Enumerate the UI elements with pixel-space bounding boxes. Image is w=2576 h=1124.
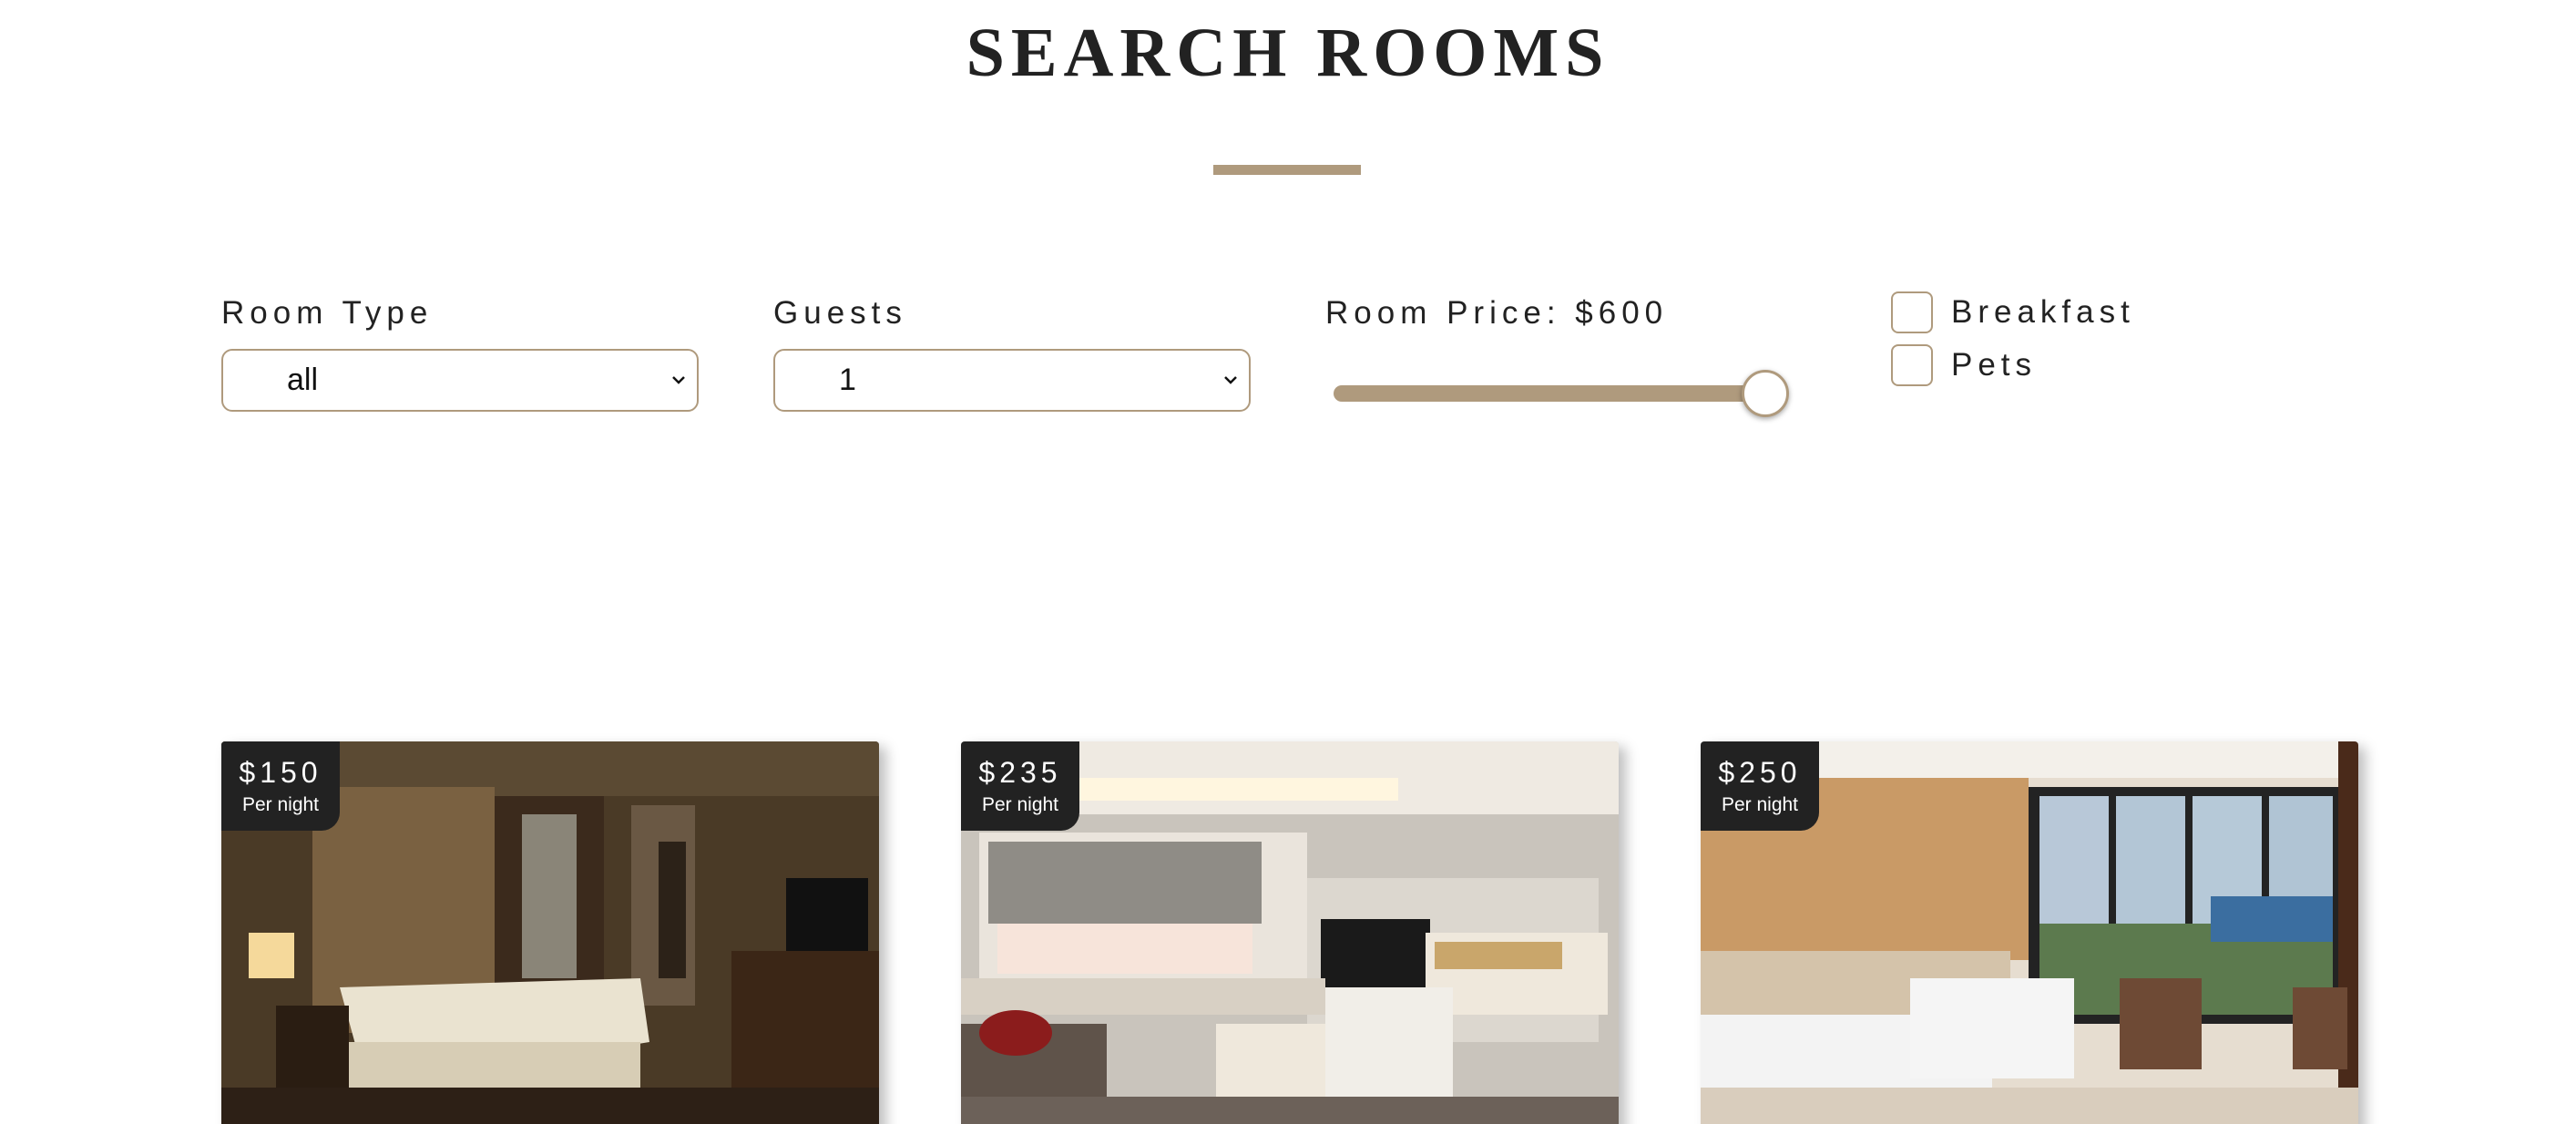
room-card[interactable]: $250 Per night	[1701, 741, 2358, 1124]
guests-label: Guests	[773, 295, 907, 331]
guests-selected-value: 1	[839, 363, 856, 397]
price-value: $250	[1718, 756, 1802, 789]
pets-label: Pets	[1951, 347, 2038, 383]
breakfast-checkbox[interactable]	[1891, 291, 1933, 333]
room-card[interactable]: $235 Per night	[961, 741, 1619, 1124]
price-per-night: Per night	[981, 794, 1059, 815]
search-rooms-page: SEARCH ROOMS Room Type all Guests 1 Room…	[0, 0, 2576, 1124]
chevron-down-icon	[1224, 376, 1237, 384]
room-price-label: Room Price: $600	[1325, 295, 1669, 331]
price-tag: $250 Per night	[1701, 741, 1819, 831]
guests-select[interactable]: 1	[773, 349, 1251, 412]
room-price-slider-handle[interactable]	[1742, 370, 1789, 417]
title-underline	[1213, 165, 1361, 175]
price-tag: $150 Per night	[221, 741, 340, 831]
price-per-night: Per night	[1721, 794, 1799, 815]
room-card[interactable]: $150 Per night	[221, 741, 879, 1124]
room-price-slider-track[interactable]	[1334, 385, 1776, 402]
page-title: SEARCH ROOMS	[966, 15, 1610, 91]
room-type-selected-value: all	[287, 363, 319, 397]
chevron-down-icon	[672, 376, 685, 384]
room-type-label: Room Type	[221, 295, 434, 331]
price-per-night: Per night	[241, 794, 320, 815]
breakfast-label: Breakfast	[1951, 294, 2135, 330]
pets-checkbox[interactable]	[1891, 344, 1933, 386]
room-type-select[interactable]: all	[221, 349, 699, 412]
price-value: $235	[978, 756, 1062, 789]
price-value: $150	[239, 756, 322, 789]
price-tag: $235 Per night	[961, 741, 1079, 831]
